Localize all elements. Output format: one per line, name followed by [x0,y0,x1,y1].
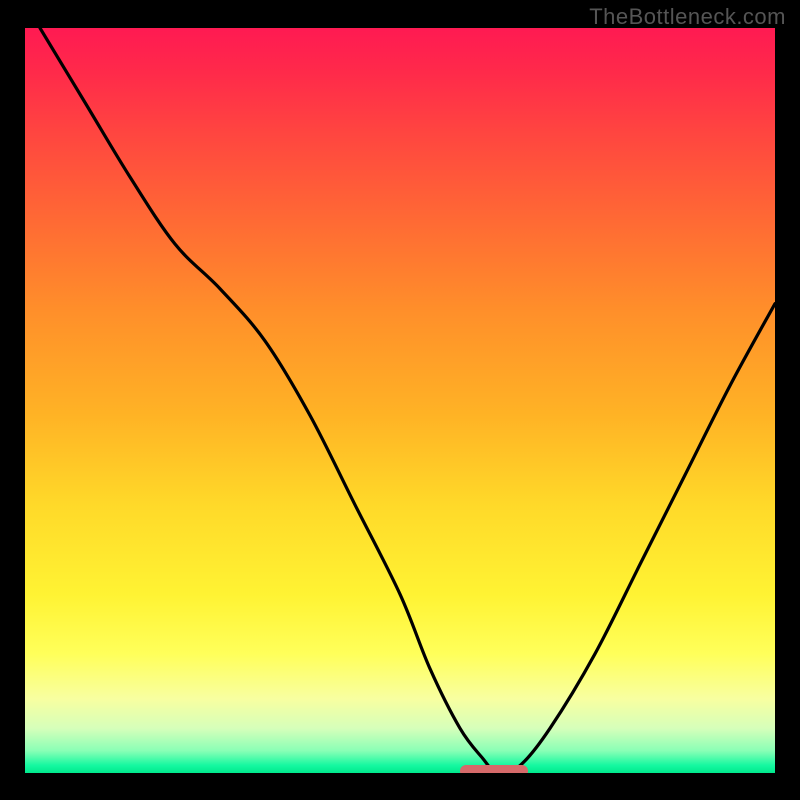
bottleneck-curve [25,28,775,773]
watermark-text: TheBottleneck.com [589,4,786,30]
chart-frame: TheBottleneck.com [0,0,800,800]
curve-path [40,28,775,773]
plot-area [25,28,775,773]
optimal-marker [460,765,528,773]
